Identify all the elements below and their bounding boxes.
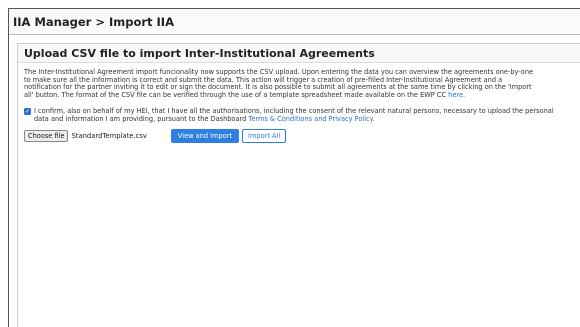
view-and-import-button[interactable]: View and Import — [170, 129, 240, 144]
intro-paragraph: The Inter-Institutional Agreement import… — [24, 68, 574, 100]
consent-label: I confirm, also on behalf of my HEI, tha… — [34, 106, 554, 123]
consent-row: ✓ I confirm, also on behalf of my HEI, t… — [24, 106, 574, 123]
choose-file-button[interactable]: Choose file — [24, 130, 69, 143]
upload-actions: Choose file StandardTemplate.csv View an… — [24, 129, 574, 144]
page-title: Upload CSV file to import Inter-Institut… — [18, 44, 580, 63]
terms-privacy-link[interactable]: Terms & Conditions and Privacy Policy. — [248, 115, 374, 123]
consent-checkbox[interactable]: ✓ — [24, 108, 31, 116]
import-all-button[interactable]: Import All — [242, 129, 287, 144]
selected-file-name: StandardTemplate.csv — [71, 132, 147, 141]
app-frame: IIA Manager > Import IIA Upload CSV file… — [8, 8, 580, 327]
template-link[interactable]: here. — [448, 91, 465, 99]
breadcrumb: IIA Manager > Import IIA — [9, 9, 580, 35]
upload-panel: Upload CSV file to import Inter-Institut… — [17, 43, 580, 327]
